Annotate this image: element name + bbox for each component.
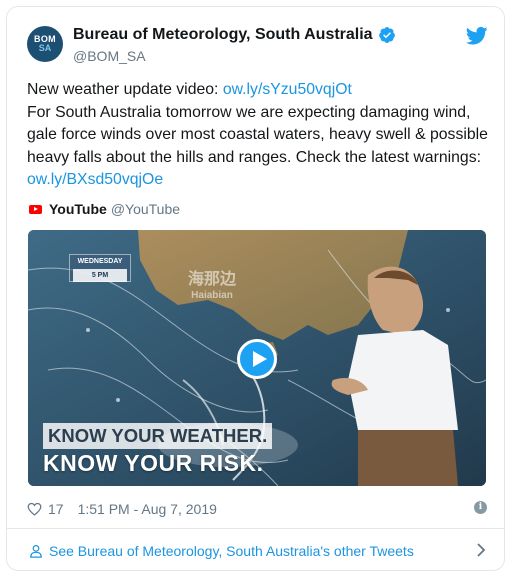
video-link[interactable]: ow.ly/sYzu50vqjOt (223, 81, 352, 98)
forecast-time: 5 PM (73, 269, 127, 282)
author-block: Bureau of Meteorology, South Australia @… (73, 24, 396, 64)
watermark-top: 海那边 (188, 271, 237, 288)
tweet-card[interactable]: BOM SA Bureau of Meteorology, South Aust… (6, 6, 505, 571)
chevron-right-icon (477, 543, 486, 557)
banner-line-2: KNOW YOUR RISK. (43, 450, 264, 476)
person-icon (30, 544, 42, 558)
embed-source[interactable]: YouTube @YouTube (29, 199, 180, 219)
like-count[interactable]: 17 (48, 501, 64, 517)
watermark: 海那边 Haiabian (188, 272, 236, 304)
avatar[interactable]: BOM SA (27, 26, 63, 62)
watermark-bottom: Haiabian (191, 290, 233, 301)
see-other-tweets-link[interactable]: See Bureau of Meteorology, South Austral… (7, 529, 504, 570)
timestamp[interactable]: 1:51 PM - Aug 7, 2019 (78, 501, 217, 517)
heart-icon[interactable] (27, 502, 42, 516)
tweet-text: New weather update video: ow.ly/sYzu50vq… (27, 79, 497, 192)
twitter-bird-icon[interactable] (466, 26, 488, 46)
embed-source-name: YouTube (49, 201, 107, 217)
banner-line-1: KNOW YOUR WEATHER. (43, 423, 273, 449)
tweet-footer: 17 1:51 PM - Aug 7, 2019 i (27, 498, 487, 520)
tweet-text-intro: New weather update video: (27, 81, 223, 98)
video-player[interactable]: WEDNESDAY 5 PM 海那边 Haiabian KNOW YOUR WE… (28, 230, 486, 486)
tweet-text-body: For South Australia tomorrow we are expe… (27, 103, 488, 166)
play-button[interactable] (237, 339, 277, 379)
info-icon[interactable]: i (474, 501, 487, 514)
avatar-text-bottom: SA (38, 43, 52, 53)
warnings-link[interactable]: ow.ly/BXsd50vqjOe (27, 171, 163, 188)
forecast-day-label: WEDNESDAY 5 PM (69, 254, 131, 282)
author-name[interactable]: Bureau of Meteorology, South Australia (73, 26, 373, 44)
author-handle[interactable]: @BOM_SA (73, 48, 396, 64)
youtube-icon (29, 204, 42, 214)
see-other-tweets-label: See Bureau of Meteorology, South Austral… (49, 542, 414, 559)
embed-source-handle: @YouTube (110, 201, 181, 217)
tweet-header: BOM SA Bureau of Meteorology, South Aust… (27, 24, 488, 72)
author-name-row: Bureau of Meteorology, South Australia (73, 24, 396, 46)
forecast-day: WEDNESDAY (77, 258, 123, 265)
verified-icon (378, 27, 395, 43)
